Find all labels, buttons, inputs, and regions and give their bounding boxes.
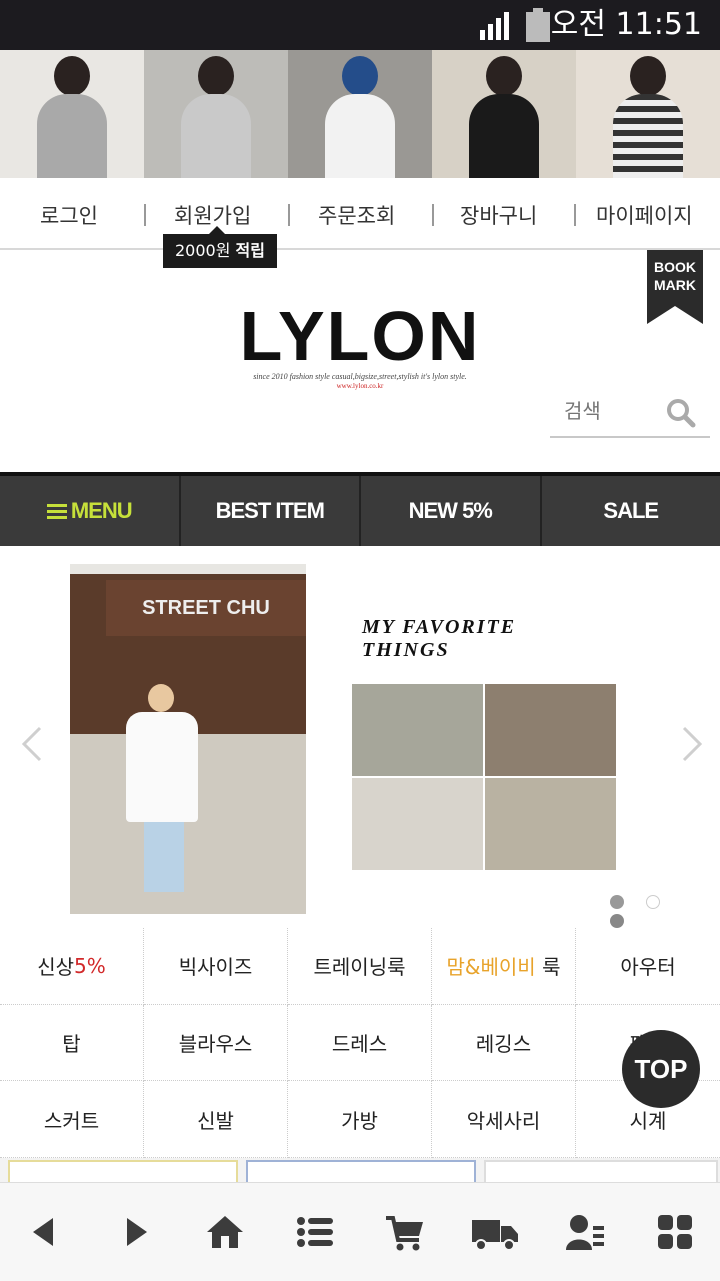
forward-button[interactable]: [90, 1183, 180, 1281]
category-bag[interactable]: 가방: [288, 1081, 432, 1158]
best-item-button[interactable]: BEST ITEM: [181, 476, 362, 546]
back-button[interactable]: [0, 1183, 90, 1281]
category-grid: 신상5% 빅사이즈 트레이닝룩 맘&베이비 룩 아우터 탑 블라우스 드레스 레…: [0, 928, 720, 1158]
grid-icon: [655, 1212, 695, 1252]
search-icon[interactable]: [666, 398, 696, 428]
banner-photo[interactable]: [432, 50, 576, 178]
nav-cart[interactable]: 장바구니: [460, 200, 537, 230]
new-button[interactable]: NEW 5%: [361, 476, 542, 546]
product-card[interactable]: [484, 1160, 718, 1184]
status-bar: 오전 11:51: [0, 0, 720, 50]
product-card[interactable]: [246, 1160, 476, 1184]
nav-divider: [432, 204, 434, 226]
point-amount: 2000원: [175, 241, 230, 260]
category-bigsize[interactable]: 빅사이즈: [144, 928, 288, 1005]
product-card[interactable]: [8, 1160, 238, 1184]
site-logo[interactable]: LYLON: [0, 296, 720, 376]
logo-tagline: since 2010 fashion style casual,bigsize,…: [0, 372, 720, 381]
top-nav: 로그인 회원가입 주문조회 장바구니 마이페이지: [0, 178, 720, 250]
delivery-button[interactable]: [450, 1183, 540, 1281]
scroll-top-button[interactable]: TOP: [622, 1030, 700, 1108]
sale-button[interactable]: SALE: [542, 476, 720, 546]
nav-order-lookup[interactable]: 주문조회: [318, 200, 395, 230]
battery-icon: [526, 8, 550, 42]
main-menu-bar: MENU BEST ITEM NEW 5% SALE: [0, 472, 720, 546]
slider-dot[interactable]: [646, 895, 660, 909]
forward-icon: [115, 1212, 155, 1252]
category-new[interactable]: 신상5%: [0, 928, 144, 1005]
point-label: 적립: [236, 241, 265, 260]
search-input[interactable]: [562, 398, 676, 424]
back-icon: [25, 1212, 65, 1252]
top-banner[interactable]: [0, 50, 720, 178]
slider-dots: [610, 894, 710, 910]
signal-icon: [480, 10, 514, 40]
slider-dot[interactable]: [610, 914, 624, 928]
slide-title: MY FAVORITE THINGS: [362, 616, 582, 662]
banner-photo[interactable]: [0, 50, 144, 178]
category-accessory[interactable]: 악세사리: [432, 1081, 576, 1158]
slider-next-icon[interactable]: [680, 724, 704, 764]
signup-point-tooltip: 2000원 적립: [163, 234, 277, 268]
category-outer[interactable]: 아우터: [576, 928, 720, 1005]
slider-dot-active[interactable]: [610, 895, 624, 909]
grid-menu-button[interactable]: [630, 1183, 720, 1281]
cart-button[interactable]: [360, 1183, 450, 1281]
user-icon: [565, 1212, 605, 1252]
nav-divider: [574, 204, 576, 226]
category-mom-baby[interactable]: 맘&베이비 룩: [432, 928, 576, 1005]
nav-login[interactable]: 로그인: [40, 200, 98, 230]
list-button[interactable]: [270, 1183, 360, 1281]
category-blouse[interactable]: 블라우스: [144, 1005, 288, 1082]
delivery-icon: [471, 1212, 519, 1252]
category-top[interactable]: 탑: [0, 1005, 144, 1082]
banner-photo[interactable]: [288, 50, 432, 178]
banner-photo[interactable]: [576, 50, 720, 178]
user-button[interactable]: [540, 1183, 630, 1281]
bottom-nav-bar: [0, 1182, 720, 1281]
home-button[interactable]: [180, 1183, 270, 1281]
slider-prev-icon[interactable]: [20, 724, 44, 764]
product-cards-peek: [0, 1158, 720, 1182]
category-shoes[interactable]: 신발: [144, 1081, 288, 1158]
nav-divider: [288, 204, 290, 226]
category-training[interactable]: 트레이닝룩: [288, 928, 432, 1005]
home-icon: [205, 1212, 245, 1252]
promo-slider[interactable]: STREET CHU MY FAVORITE THINGS: [0, 546, 720, 926]
logo-url: www.lylon.co.kr: [0, 382, 720, 390]
category-leggings[interactable]: 레깅스: [432, 1005, 576, 1082]
banner-photo[interactable]: [144, 50, 288, 178]
storefront-sign: STREET CHU: [106, 580, 306, 636]
search-box[interactable]: [550, 392, 710, 438]
list-icon: [295, 1212, 335, 1252]
clock: 오전 11:51: [551, 6, 702, 44]
slide-collage: [352, 684, 616, 870]
nav-mypage[interactable]: 마이페이지: [596, 200, 693, 230]
cart-icon: [385, 1212, 425, 1252]
slide-photo[interactable]: STREET CHU: [70, 564, 306, 914]
menu-button[interactable]: MENU: [0, 476, 181, 546]
nav-divider: [144, 204, 146, 226]
hamburger-icon: [47, 501, 67, 522]
category-skirt[interactable]: 스커트: [0, 1081, 144, 1158]
category-dress[interactable]: 드레스: [288, 1005, 432, 1082]
